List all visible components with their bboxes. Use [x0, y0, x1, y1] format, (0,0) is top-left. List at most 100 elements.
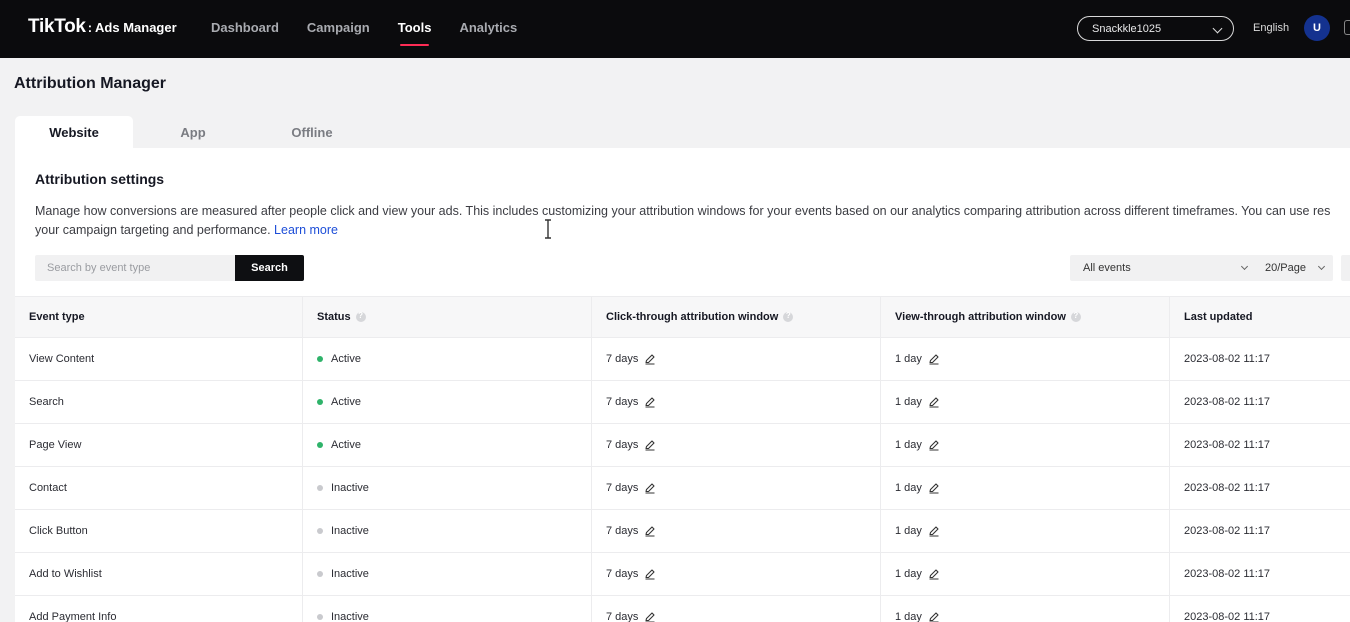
edit-icon[interactable]: [928, 482, 940, 494]
edit-icon[interactable]: [928, 353, 940, 365]
language-switcher[interactable]: English: [1253, 22, 1289, 34]
status-cell: Inactive: [303, 596, 592, 622]
help-icon[interactable]: [355, 311, 366, 322]
tab-website[interactable]: Website: [15, 116, 133, 148]
status-dot-icon: [317, 399, 323, 405]
edit-icon[interactable]: [928, 525, 940, 537]
click-through-value: 7 days: [606, 439, 639, 451]
tab-offline[interactable]: Offline: [253, 116, 371, 148]
last-updated-cell: 2023-08-02 11:17: [1170, 510, 1350, 552]
tab-app[interactable]: App: [134, 116, 252, 148]
table-row: Page View Active 7 days 1 day 2023-08-02 11:…: [15, 424, 1350, 467]
column-label: Event type: [29, 311, 85, 323]
table-header-row: Event type Status Click-through attribut…: [15, 296, 1350, 338]
account-selector[interactable]: Snackkle1025: [1077, 16, 1234, 41]
tiktok-ads-logo[interactable]: TikTok : Ads Manager: [28, 16, 177, 38]
view-through-cell: 1 day: [881, 381, 1170, 423]
view-through-cell: 1 day: [881, 424, 1170, 466]
description-line-2: your campaign targeting and performance.…: [35, 221, 1350, 240]
event-type-label: Page View: [29, 439, 82, 451]
view-through-value: 1 day: [895, 396, 922, 408]
help-icon[interactable]: [1070, 311, 1081, 322]
column-label: View-through attribution window: [895, 311, 1066, 323]
more-options-button[interactable]: [1341, 255, 1350, 281]
status-cell: Active: [303, 424, 592, 466]
view-through-value: 1 day: [895, 525, 922, 537]
event-type-label: Add to Wishlist: [29, 568, 102, 580]
status-cell: Active: [303, 338, 592, 380]
nav-campaign[interactable]: Campaign: [307, 20, 370, 35]
status-dot-icon: [317, 356, 323, 362]
help-icon[interactable]: [783, 311, 794, 322]
table-row: Add Payment Info Inactive 7 days 1 day 2023-…: [15, 596, 1350, 622]
page-size-select[interactable]: 20/Page: [1253, 255, 1333, 281]
view-through-value: 1 day: [895, 568, 922, 580]
main-nav: Dashboard Campaign Tools Analytics: [211, 20, 545, 46]
status-dot-icon: [317, 528, 323, 534]
column-header-status: Status: [303, 297, 592, 337]
event-type-cell: Page View: [15, 424, 303, 466]
click-through-value: 7 days: [606, 396, 639, 408]
status-label: Inactive: [331, 611, 369, 622]
nav-tools[interactable]: Tools: [398, 20, 431, 46]
table-row: Add to Wishlist Inactive 7 days 1 day 2023-0…: [15, 553, 1350, 596]
learn-more-link[interactable]: Learn more: [274, 223, 338, 237]
click-through-cell: 7 days: [592, 596, 881, 622]
logo-separator: :: [87, 20, 93, 35]
column-header-last-updated: Last updated: [1170, 297, 1350, 337]
status-dot-icon: [317, 614, 323, 620]
last-updated-value: 2023-08-02 11:17: [1184, 568, 1271, 580]
attribution-table: Event type Status Click-through attribut…: [15, 296, 1350, 622]
status-label: Active: [331, 353, 361, 365]
table-row: Contact Inactive 7 days 1 day 2023-08-02 11:…: [15, 467, 1350, 510]
search-button[interactable]: Search: [235, 255, 304, 281]
column-label: Last updated: [1184, 311, 1253, 323]
view-through-cell: 1 day: [881, 338, 1170, 380]
page-size-value: 20/Page: [1265, 262, 1306, 274]
edit-icon[interactable]: [928, 568, 940, 580]
status-label: Inactive: [331, 482, 369, 494]
event-type-label: Contact: [29, 482, 67, 494]
edit-icon[interactable]: [644, 611, 656, 622]
last-updated-value: 2023-08-02 11:17: [1184, 396, 1271, 408]
click-through-cell: 7 days: [592, 424, 881, 466]
logo-sub-text: Ads Manager: [95, 20, 177, 35]
event-type-cell: Add to Wishlist: [15, 553, 303, 595]
menu-icon[interactable]: [1344, 20, 1350, 35]
view-through-cell: 1 day: [881, 596, 1170, 622]
event-type-cell: View Content: [15, 338, 303, 380]
status-dot-icon: [317, 571, 323, 577]
nav-analytics[interactable]: Analytics: [459, 20, 517, 35]
status-cell: Inactive: [303, 553, 592, 595]
last-updated-cell: 2023-08-02 11:17: [1170, 424, 1350, 466]
settings-description: Manage how conversions are measured afte…: [35, 202, 1350, 240]
edit-icon[interactable]: [644, 525, 656, 537]
event-search-input[interactable]: [35, 255, 235, 281]
status-label: Active: [331, 439, 361, 451]
last-updated-cell: 2023-08-02 11:17: [1170, 381, 1350, 423]
chevron-down-icon: [1240, 262, 1249, 271]
column-label: Status: [317, 311, 351, 323]
events-filter-select[interactable]: All events: [1070, 255, 1258, 281]
edit-icon[interactable]: [644, 568, 656, 580]
edit-icon[interactable]: [928, 396, 940, 408]
edit-icon[interactable]: [644, 482, 656, 494]
nav-dashboard[interactable]: Dashboard: [211, 20, 279, 35]
click-through-value: 7 days: [606, 568, 639, 580]
click-through-value: 7 days: [606, 525, 639, 537]
edit-icon[interactable]: [644, 439, 656, 451]
tab-bar: Website App Offline: [15, 116, 372, 148]
last-updated-value: 2023-08-02 11:17: [1184, 611, 1271, 622]
edit-icon[interactable]: [928, 439, 940, 451]
user-avatar[interactable]: U: [1304, 15, 1330, 41]
edit-icon[interactable]: [928, 611, 940, 622]
status-label: Inactive: [331, 568, 369, 580]
logo-main-text: TikTok: [28, 16, 86, 37]
last-updated-value: 2023-08-02 11:17: [1184, 439, 1271, 451]
click-through-cell: 7 days: [592, 381, 881, 423]
edit-icon[interactable]: [644, 396, 656, 408]
click-through-value: 7 days: [606, 611, 639, 622]
event-type-label: Click Button: [29, 525, 88, 537]
edit-icon[interactable]: [644, 353, 656, 365]
section-title: Attribution settings: [35, 171, 165, 187]
